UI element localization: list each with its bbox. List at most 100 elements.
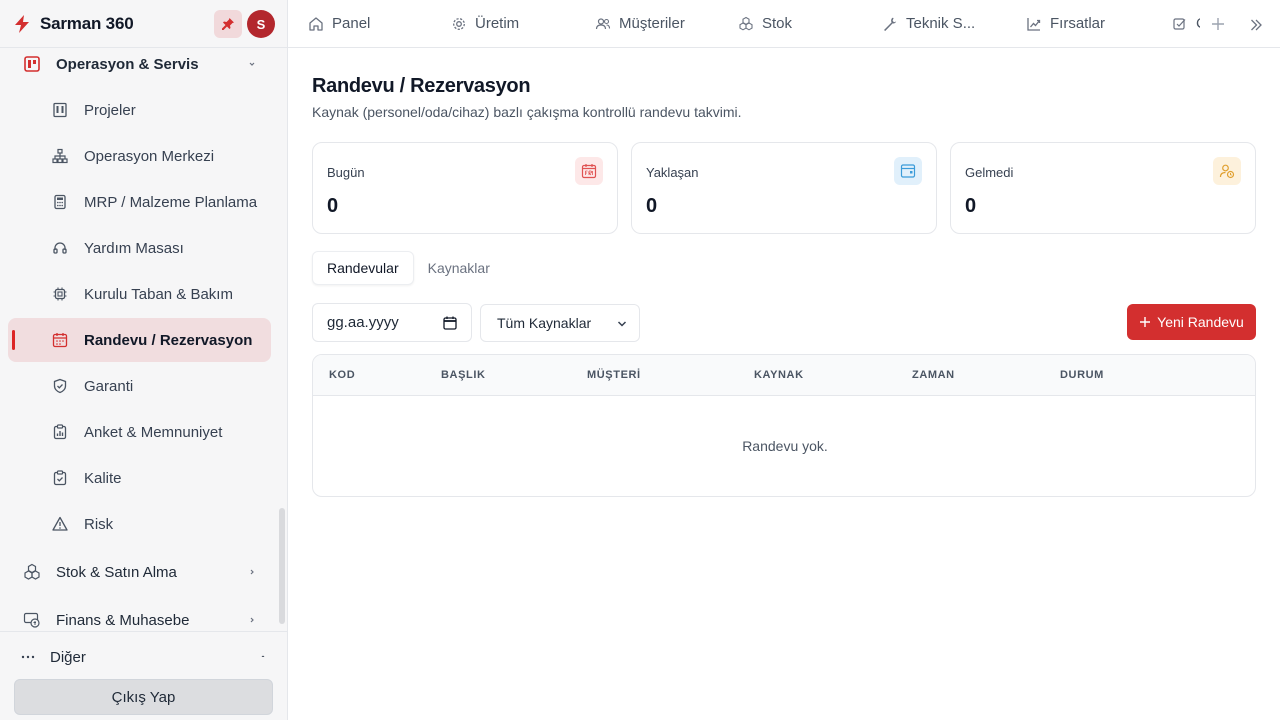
chip-icon [51,285,69,303]
date-filter-input[interactable]: gg.aa.yyyy [312,303,472,342]
chevron-down-icon [617,319,627,329]
stat-value: 0 [327,195,339,217]
sidebar-item-quality[interactable]: Kalite [8,456,271,500]
calendar-today-icon [575,157,603,185]
top-tab-panel[interactable]: Panel [308,0,370,47]
stat-card-upcoming: Yaklaşan 0 [631,142,937,234]
chevron-down-icon [245,57,259,71]
sidebar-footer: Diğer Çıkış Yap [0,631,287,720]
sidebar-group-finance[interactable]: Finans & Muhasebe [8,602,271,631]
plus-icon [1139,316,1151,328]
sidebar-group-label: Finans & Muhasebe [56,611,190,629]
top-tab-truncated[interactable]: C [1172,0,1200,47]
top-tab-label: Üretim [475,15,520,32]
stat-card-no-show: Gelmedi 0 [950,142,1256,234]
stat-value: 0 [646,195,658,217]
sidebar-item-label: Operasyon Merkezi [84,147,215,165]
main-content: Randevu / Rezervasyon Kaynak (personel/o… [288,48,1280,720]
stat-card-today: Bugün 0 [312,142,618,234]
sidebar-item-label: Kalite [84,469,122,487]
sidebar-scrollbar[interactable] [279,508,285,624]
other-menu-toggle[interactable]: Diğer [8,642,271,672]
sidebar-item-label: Randevu / Rezervasyon [84,331,253,349]
top-tab-label: Teknik S... [906,15,976,32]
sidebar-item-label: Yardım Masası [84,239,184,257]
sidebar-nav: Operasyon & Servis Projeler Operasyon Me… [0,48,287,631]
warning-icon [51,515,69,533]
users-icon [595,16,611,32]
appointments-table: KOD BAŞLIK MÜŞTERİ KAYNAK ZAMAN DURUM Ra… [312,354,1256,497]
sidebar-item-label: Anket & Memnuniyet [84,423,223,441]
add-tab-icon[interactable] [1210,16,1226,32]
sidebar-item-operations-center[interactable]: Operasyon Merkezi [8,134,271,178]
top-tab-label: Panel [332,15,371,32]
top-tab-stock[interactable]: Stok [738,0,792,47]
operations-icon [22,54,42,74]
tab-appointments[interactable]: Randevular [312,251,414,285]
top-tab-customers[interactable]: Müşteriler [595,0,685,47]
calendar-icon [51,331,69,349]
top-tab-label: Stok [762,15,793,32]
sidebar-item-label: Garanti [84,377,134,395]
stat-label: Bugün [327,165,365,180]
user-clock-icon [1213,157,1241,185]
top-tab-opportunities[interactable]: Fırsatlar [1026,0,1105,47]
top-tab-technical-service[interactable]: Teknik S... [882,0,975,47]
column-header-code[interactable]: KOD [329,369,355,381]
double-chevron-right-icon[interactable] [1248,17,1264,33]
other-label: Diğer [50,648,86,666]
brand-title: Sarman 360 [40,13,134,33]
sidebar-group-stock[interactable]: Stok & Satın Alma [8,554,271,590]
clipboard-chart-icon [51,423,69,441]
sidebar-item-survey[interactable]: Anket & Memnuniyet [8,410,271,454]
pin-button[interactable] [214,10,242,38]
chevron-up-icon [257,650,269,662]
calendar-upcoming-icon [894,157,922,185]
column-header-resource[interactable]: KAYNAK [754,369,804,381]
logout-button[interactable]: Çıkış Yap [14,679,273,715]
sidebar-item-installed-base[interactable]: Kurulu Taban & Bakım [8,272,271,316]
chevron-right-icon [245,613,259,627]
gear-icon [451,16,467,32]
boxes-icon [738,16,754,32]
top-tab-bar: Panel Üretim Müşteriler Stok Teknik S...… [288,0,1280,48]
home-icon [308,16,324,32]
resource-select[interactable]: Tüm Kaynaklar [480,304,640,342]
sidebar-item-appointments[interactable]: Randevu / Rezervasyon [8,318,271,362]
view-tabs: Randevular Kaynaklar [312,251,504,285]
headset-icon [51,239,69,257]
user-avatar[interactable]: S [247,10,275,38]
sidebar-item-mrp[interactable]: MRP / Malzeme Planlama [8,180,271,224]
stat-label: Yaklaşan [646,165,699,180]
top-tab-label: C [1196,15,1200,32]
sidebar-item-label: Projeler [84,101,136,119]
page-subtitle: Kaynak (personel/oda/cihaz) bazlı çakışm… [312,104,742,120]
tab-resources[interactable]: Kaynaklar [414,251,504,285]
column-header-title[interactable]: BAŞLIK [441,369,486,381]
sidebar-group-label: Stok & Satın Alma [56,563,177,581]
empty-state-message: Randevu yok. [742,438,828,454]
stat-label: Gelmedi [965,165,1014,180]
boxes-icon [22,562,42,582]
stat-value: 0 [965,195,977,217]
ellipsis-icon [20,649,36,665]
table-header: KOD BAŞLIK MÜŞTERİ KAYNAK ZAMAN DURUM [313,355,1255,396]
lightning-bolt-icon [12,14,32,34]
sidebar-item-warranty[interactable]: Garanti [8,364,271,408]
sidebar-group-label: Operasyon & Servis [56,55,199,73]
column-header-time[interactable]: ZAMAN [912,369,955,381]
sidebar-item-helpdesk[interactable]: Yardım Masası [8,226,271,270]
new-appointment-label: Yeni Randevu [1157,314,1244,330]
wrench-icon [882,16,898,32]
sidebar-item-projects[interactable]: Projeler [8,88,271,132]
new-appointment-button[interactable]: Yeni Randevu [1127,304,1256,340]
column-header-customer[interactable]: MÜŞTERİ [587,369,641,381]
top-tab-production[interactable]: Üretim [451,0,519,47]
trend-icon [1026,16,1042,32]
sidebar-item-risk[interactable]: Risk [8,502,271,546]
sidebar-item-label: Kurulu Taban & Bakım [84,285,233,303]
calendar-picker-icon[interactable] [443,316,457,330]
sidebar-group-operations[interactable]: Operasyon & Servis [8,48,271,82]
top-tab-label: Fırsatlar [1050,15,1106,32]
column-header-status[interactable]: DURUM [1060,369,1104,381]
